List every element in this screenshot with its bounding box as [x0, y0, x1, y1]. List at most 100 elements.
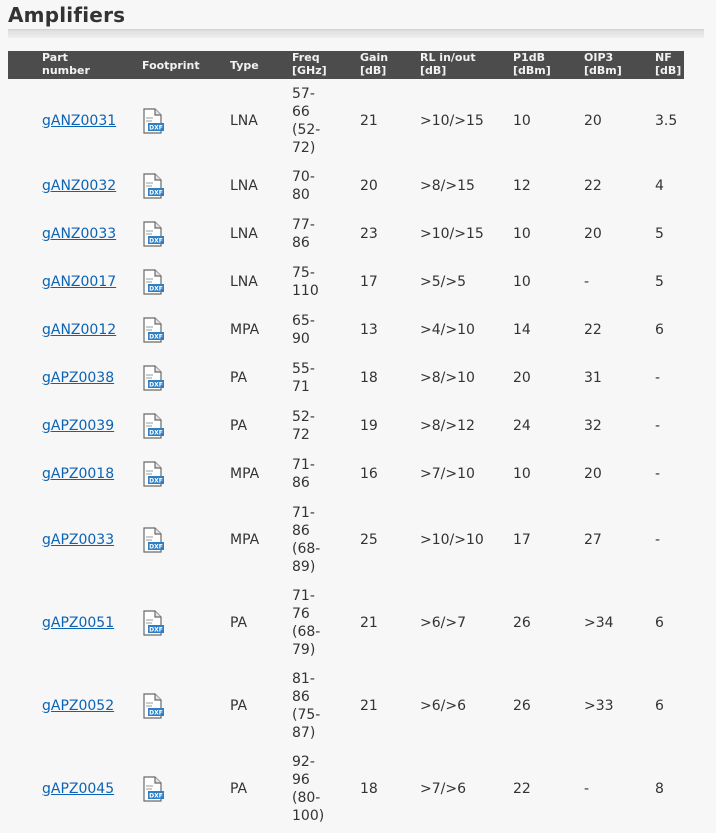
- oip3-cell: 32: [584, 418, 602, 434]
- freq-line: 57-: [292, 85, 315, 102]
- dxf-file-icon[interactable]: DXF: [142, 526, 164, 553]
- part-number-link[interactable]: gANZ0031: [42, 112, 116, 130]
- nf-cell: -: [655, 531, 661, 548]
- table-row: gANZ0033 DXF LNA 23 >10/>15 10 20 5 77- 86: [0, 210, 716, 258]
- dxf-label: DXF: [149, 190, 163, 197]
- dxf-file-icon[interactable]: DXF: [142, 609, 164, 636]
- part-number-link[interactable]: gANZ0017: [42, 273, 116, 291]
- oip3-cell: >34: [584, 614, 614, 631]
- freq-line: (68-: [292, 540, 321, 557]
- freq-line: 100): [292, 807, 325, 824]
- part-number-link[interactable]: gANZ0012: [42, 321, 116, 339]
- table-row: gANZ0017 DXF LNA 17 >5/>5 10-5 75- 110: [0, 258, 716, 306]
- column-header-gain-line: [dB]: [360, 64, 387, 77]
- nf-cell: -: [655, 418, 661, 434]
- freq-line: 80: [292, 187, 310, 203]
- part-number-link[interactable]: gAPZ0038: [42, 369, 114, 387]
- part-number-link[interactable]: gANZ0033: [42, 225, 116, 243]
- dxf-file-icon[interactable]: DXF: [142, 221, 164, 247]
- column-header-oip3: OIP3 [dBm]: [584, 51, 622, 77]
- oip3-cell: -: [584, 780, 590, 797]
- oip3-cell: >33: [584, 697, 614, 714]
- type-cell: PA: [230, 780, 248, 797]
- rl-cell: >4/>10: [420, 322, 475, 338]
- page-title: Amplifiers: [8, 3, 126, 27]
- freq-line: 81-: [292, 670, 315, 687]
- dxf-file-icon[interactable]: DXF: [142, 461, 164, 487]
- column-header-part-line: number: [42, 64, 90, 77]
- gain-cell: 21: [360, 697, 378, 714]
- freq-line: 96: [292, 771, 310, 788]
- rl-cell: >5/>5: [420, 274, 466, 290]
- freq-line: 86: [292, 688, 310, 705]
- rl-cell: >6/>6: [420, 697, 466, 714]
- freq-line: 65-: [292, 313, 315, 329]
- column-header-p1db-line: [dBm]: [513, 64, 551, 77]
- part-number-link[interactable]: gAPZ0045: [42, 780, 114, 798]
- p1db-cell: 10: [513, 226, 531, 242]
- p1db-cell: 12: [513, 178, 531, 194]
- gain-cell: 16: [360, 466, 378, 482]
- dxf-label: DXF: [149, 543, 163, 550]
- column-header-rl-line: RL in/out: [420, 51, 476, 64]
- column-header-nf-line: [dB]: [655, 64, 682, 77]
- dxf-label: DXF: [149, 382, 163, 389]
- column-header-footprint: Footprint: [142, 59, 200, 72]
- p1db-cell: 24: [513, 418, 531, 434]
- part-number-link[interactable]: gAPZ0033: [42, 531, 114, 549]
- type-cell: LNA: [230, 274, 258, 290]
- freq-cell: 52- 72: [292, 408, 315, 444]
- gain-cell: 20: [360, 178, 378, 194]
- dxf-file-icon[interactable]: DXF: [142, 365, 164, 391]
- freq-line: 79): [292, 641, 316, 658]
- freq-cell: 71- 76 (68- 79): [292, 587, 320, 659]
- rl-cell: >6/>7: [420, 614, 466, 631]
- type-cell: PA: [230, 614, 248, 631]
- dxf-file-icon[interactable]: DXF: [142, 269, 164, 295]
- freq-line: (68-: [292, 623, 321, 640]
- column-header-rl-line: [dB]: [420, 64, 447, 77]
- freq-line: 77-: [292, 217, 315, 233]
- column-header-footprint-line: Footprint: [142, 59, 200, 72]
- p1db-cell: 26: [513, 697, 531, 714]
- column-header-oip3-line: [dBm]: [584, 64, 622, 77]
- dxf-file-icon[interactable]: DXF: [142, 692, 164, 719]
- part-number-link[interactable]: gAPZ0051: [42, 614, 114, 632]
- p1db-cell: 14: [513, 322, 531, 338]
- freq-cell: 71- 86 (68- 89): [292, 504, 320, 576]
- freq-line: 71: [292, 379, 310, 395]
- column-header-type-line: Type: [230, 59, 259, 72]
- dxf-file-icon[interactable]: DXF: [142, 775, 164, 802]
- dxf-file-icon[interactable]: DXF: [142, 173, 164, 199]
- column-header-freq-line: [GHz]: [292, 64, 327, 77]
- part-number-link[interactable]: gANZ0032: [42, 177, 116, 195]
- freq-line: 76: [292, 605, 310, 622]
- freq-line: (52-: [292, 121, 321, 138]
- dxf-file-icon[interactable]: DXF: [142, 317, 164, 343]
- dxf-label: DXF: [149, 334, 163, 341]
- type-cell: PA: [230, 418, 248, 434]
- freq-line: 71-: [292, 504, 315, 521]
- part-number-link[interactable]: gAPZ0039: [42, 417, 114, 435]
- table-row: gAPZ0033 DXF MPA 25 >10/>10 17 27 - 71- 86 (68- 89): [0, 498, 716, 581]
- column-header-part-line: Part: [42, 51, 68, 64]
- freq-line: (80-: [292, 789, 321, 806]
- gain-cell: 19: [360, 418, 378, 434]
- table-row: gANZ0032 DXF LNA 20 >8/>15 12 22 4 70- 80: [0, 162, 716, 210]
- dxf-file-icon[interactable]: DXF: [142, 413, 164, 439]
- gain-cell: 25: [360, 531, 378, 548]
- nf-cell: -: [655, 466, 661, 482]
- oip3-cell: 27: [584, 531, 602, 548]
- part-number-link[interactable]: gAPZ0018: [42, 465, 114, 483]
- part-number-link[interactable]: gAPZ0052: [42, 697, 114, 715]
- p1db-cell: 17: [513, 531, 531, 548]
- rl-cell: >8/>12: [420, 418, 475, 434]
- type-cell: MPA: [230, 322, 260, 338]
- freq-line: 72): [292, 139, 316, 156]
- freq-line: 86: [292, 235, 310, 251]
- dxf-file-icon[interactable]: DXF: [142, 107, 164, 134]
- oip3-cell: -: [584, 274, 590, 290]
- table-row: gANZ0012 DXF MPA 13 >4/>10 14 22 6 65- 90: [0, 306, 716, 354]
- rl-cell: >7/>10: [420, 466, 475, 482]
- freq-line: 86: [292, 522, 310, 539]
